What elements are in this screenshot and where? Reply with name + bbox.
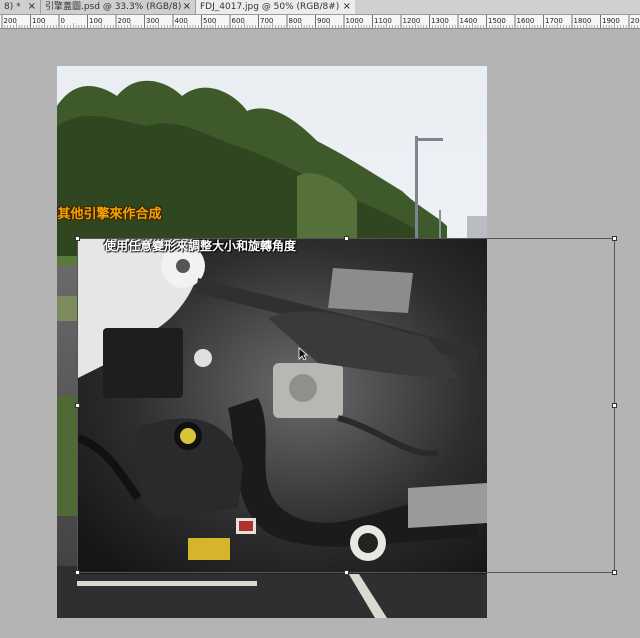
close-icon[interactable]: ×: [28, 0, 36, 14]
ruler-label: 800: [289, 17, 302, 25]
tab-doc-3[interactable]: FDJ_4017.jpg @ 50% (RGB/8#) ×: [195, 0, 355, 14]
arrow-cursor-icon: [298, 347, 308, 361]
ruler-label: 600: [232, 17, 245, 25]
close-icon[interactable]: ×: [343, 0, 351, 14]
ruler-label: 0: [61, 17, 65, 25]
ruler-label: 1800: [574, 17, 592, 25]
tab-label: 引擎蓋圖.psd @ 33.3% (RGB/8): [45, 2, 182, 12]
ruler-label: 1900: [602, 17, 620, 25]
ruler-label: 1300: [431, 17, 449, 25]
transform-handle-bottom-right[interactable]: [612, 570, 617, 575]
transform-handle-middle-left[interactable]: [75, 403, 80, 408]
free-transform-bounding-box[interactable]: [75, 236, 617, 575]
ruler-label: 200: [118, 17, 131, 25]
canvas-area[interactable]: 9. 找其他引擎來作合成 使用任意變形來調整大小和旋轉角度: [0, 29, 640, 638]
transform-handle-bottom-left[interactable]: [75, 570, 80, 575]
ruler-label: 900: [317, 17, 330, 25]
document-tab-bar: 8) * × 引擎蓋圖.psd @ 33.3% (RGB/8) × FDJ_40…: [0, 0, 640, 15]
ruler-label: 1500: [488, 17, 506, 25]
ruler-label: 1400: [460, 17, 478, 25]
ruler-label: 1200: [403, 17, 421, 25]
ruler-ticks: 200 100 0 100 200 300 400 500 600 700 800 900 1000 11…: [1, 15, 640, 28]
ruler-label: 1000: [346, 17, 364, 25]
ruler-label: 100: [32, 17, 45, 25]
tab-label: 8) *: [4, 2, 21, 12]
ruler-label: 200: [4, 17, 17, 25]
tab-doc-2[interactable]: 引擎蓋圖.psd @ 33.3% (RGB/8) ×: [40, 0, 195, 14]
ruler-label: 300: [146, 17, 159, 25]
tab-label: FDJ_4017.jpg @ 50% (RGB/8#): [200, 2, 340, 12]
transform-handle-bottom-center[interactable]: [344, 570, 349, 575]
ruler-label: 2000: [631, 17, 640, 25]
ruler-label: 100: [89, 17, 102, 25]
ruler-label: 400: [175, 17, 188, 25]
horizontal-ruler[interactable]: 200 100 0 100 200 300 400 500 600 700 800 900 1000 11…: [0, 15, 640, 29]
transform-handle-top-center[interactable]: [344, 236, 349, 241]
step-title: 9. 找其他引擎來作合成: [57, 207, 162, 222]
tab-doc-1[interactable]: 8) * ×: [0, 0, 40, 14]
transform-handle-top-left[interactable]: [75, 236, 80, 241]
ruler-label: 1700: [545, 17, 563, 25]
ruler-label: 500: [203, 17, 216, 25]
close-icon[interactable]: ×: [183, 0, 191, 14]
transform-handle-top-right[interactable]: [612, 236, 617, 241]
ruler-label: 700: [260, 17, 273, 25]
ruler-label: 1600: [517, 17, 535, 25]
ruler-label: 1100: [374, 17, 392, 25]
transform-handle-middle-right[interactable]: [612, 403, 617, 408]
